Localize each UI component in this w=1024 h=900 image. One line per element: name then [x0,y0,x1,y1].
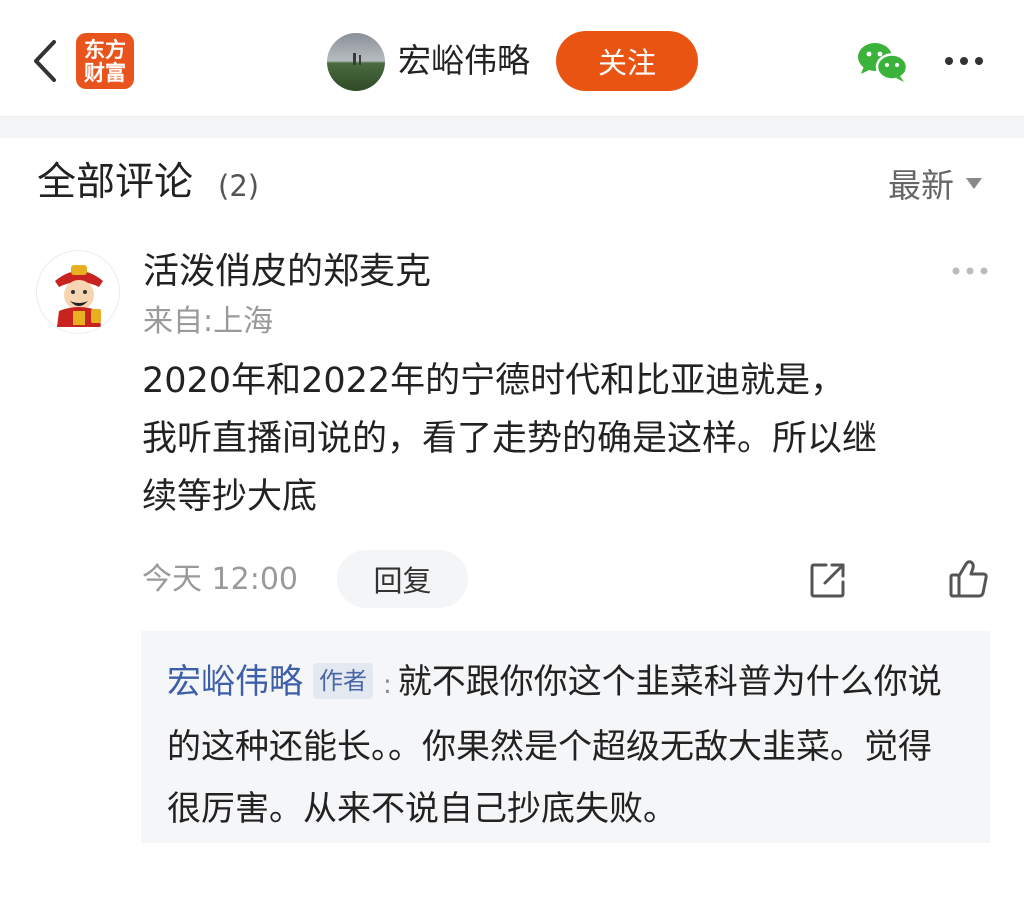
wechat-share-button[interactable] [856,40,910,84]
app-logo-line-2: 财富 [84,60,126,85]
comment-more-button[interactable] [950,262,990,280]
commenter-location: 来自:上海 [143,304,274,339]
comment-text: 2020年和2022年的宁德时代和比亚迪就是， 我听直播间说的，看了走势的确是这… [142,352,1002,526]
cartoon-avatar-icon [55,265,103,327]
comments-title: 全部评论 [37,160,194,205]
app-logo: 东方 财富 [76,33,134,89]
follow-button[interactable]: 关注 [556,31,698,91]
thumbs-up-icon [949,560,988,598]
share-button[interactable] [808,560,848,600]
comment-timestamp: 今天 12:00 [142,562,298,597]
more-horizontal-icon [945,57,983,65]
comment-line: 我听直播间说的，看了走势的确是这样。所以继 [142,419,878,459]
chevron-left-icon [34,40,56,82]
author-avatar[interactable] [327,33,385,91]
reply-separator: : [383,670,392,700]
wechat-icon [858,43,909,82]
section-divider [0,116,1024,138]
comments-count: (2) [218,169,260,203]
reply-author-name[interactable]: 宏峪伟略 [167,662,303,702]
reply-thread[interactable]: 宏峪伟略 作者: 就不跟你你这个韭菜科普为什么你说的这种还能长。。你果然是个超级无敌… [141,631,990,843]
avatar-figure [359,55,361,65]
sort-dropdown[interactable]: 最新 [888,160,982,206]
comment-line: 2020年和2022年的宁德时代和比亚迪就是， [142,361,846,401]
caret-down-icon [966,177,982,189]
author-badge: 作者 [313,663,373,699]
more-horizontal-icon [952,267,988,275]
back-button[interactable] [28,38,68,84]
commenter-name[interactable]: 活泼俏皮的郑麦克 [143,248,431,296]
sort-label: 最新 [888,166,954,205]
author-name[interactable]: 宏峪伟略 [398,38,530,84]
avatar-figure [353,53,356,65]
top-nav-bar: 东方 财富 宏峪伟略 关注 [0,0,1024,116]
share-icon [810,563,845,598]
reply-button[interactable]: 回复 [337,550,468,608]
comment-line: 续等抄大底 [142,477,318,517]
app-logo-line-1: 东方 [84,37,126,62]
commenter-avatar[interactable] [36,250,120,334]
like-button[interactable] [948,558,990,600]
more-button[interactable] [942,46,986,76]
